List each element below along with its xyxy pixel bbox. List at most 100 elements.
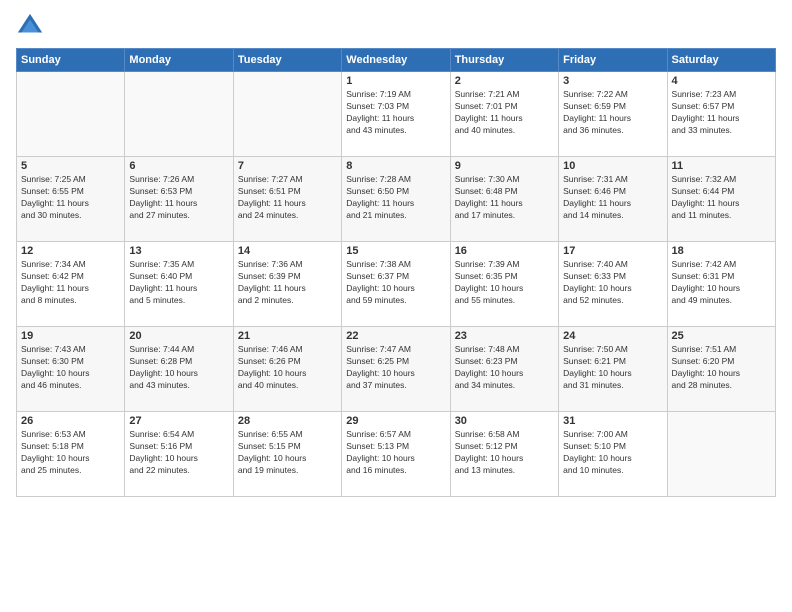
calendar-cell: 30 Sunrise: 6:58 AM Sunset: 5:12 PM Dayli… xyxy=(450,412,558,497)
day-number: 22 xyxy=(346,330,445,342)
calendar-header: SundayMondayTuesdayWednesdayThursdayFrid… xyxy=(17,49,776,72)
day-number: 31 xyxy=(563,415,662,427)
calendar-cell: 16 Sunrise: 7:39 AM Sunset: 6:35 PM Dayli… xyxy=(450,242,558,327)
day-number: 25 xyxy=(672,330,771,342)
day-number: 29 xyxy=(346,415,445,427)
day-number: 5 xyxy=(21,160,120,172)
day-number: 10 xyxy=(563,160,662,172)
day-info: Sunrise: 7:32 AM Sunset: 6:44 PM Dayligh… xyxy=(672,174,771,222)
calendar-week: 1 Sunrise: 7:19 AM Sunset: 7:03 PM Daylig… xyxy=(17,72,776,157)
weekday-header: Sunday xyxy=(17,49,125,72)
calendar-cell: 24Sunrise: 7:50 AM Sunset: 6:21 PM Dayli… xyxy=(559,327,667,412)
calendar-cell: 7Sunrise: 7:27 AM Sunset: 6:51 PM Daylig… xyxy=(233,157,341,242)
weekday-header: Thursday xyxy=(450,49,558,72)
day-info: Sunrise: 6:54 AM Sunset: 5:16 PM Dayligh… xyxy=(129,429,228,477)
day-info: Sunrise: 7:50 AM Sunset: 6:21 PM Dayligh… xyxy=(563,344,662,392)
calendar-cell: 2 Sunrise: 7:21 AM Sunset: 7:01 PM Daylig… xyxy=(450,72,558,157)
day-number: 30 xyxy=(455,415,554,427)
day-number: 21 xyxy=(238,330,337,342)
day-info: Sunrise: 6:55 AM Sunset: 5:15 PM Dayligh… xyxy=(238,429,337,477)
calendar-cell: 23 Sunrise: 7:48 AM Sunset: 6:23 PM Dayli… xyxy=(450,327,558,412)
day-info: Sunrise: 7:19 AM Sunset: 7:03 PM Dayligh… xyxy=(346,89,445,137)
calendar-cell: 10 Sunrise: 7:31 AM Sunset: 6:46 PM Dayli… xyxy=(559,157,667,242)
day-number: 16 xyxy=(455,245,554,257)
calendar-cell: 28Sunrise: 6:55 AM Sunset: 5:15 PM Dayli… xyxy=(233,412,341,497)
day-number: 15 xyxy=(346,245,445,257)
calendar-week: 12 Sunrise: 7:34 AM Sunset: 6:42 PM Dayli… xyxy=(17,242,776,327)
day-info: Sunrise: 7:28 AM Sunset: 6:50 PM Dayligh… xyxy=(346,174,445,222)
weekday-header: Friday xyxy=(559,49,667,72)
calendar-cell: 19 Sunrise: 7:43 AM Sunset: 6:30 PM Dayli… xyxy=(17,327,125,412)
day-info: Sunrise: 7:44 AM Sunset: 6:28 PM Dayligh… xyxy=(129,344,228,392)
calendar-body: 1 Sunrise: 7:19 AM Sunset: 7:03 PM Daylig… xyxy=(17,72,776,497)
weekday-row: SundayMondayTuesdayWednesdayThursdayFrid… xyxy=(17,49,776,72)
day-number: 19 xyxy=(21,330,120,342)
calendar-cell: 29Sunrise: 6:57 AM Sunset: 5:13 PM Dayli… xyxy=(342,412,450,497)
calendar-cell xyxy=(125,72,233,157)
day-number: 23 xyxy=(455,330,554,342)
day-number: 1 xyxy=(346,75,445,87)
calendar-week: 5 Sunrise: 7:25 AM Sunset: 6:55 PM Daylig… xyxy=(17,157,776,242)
day-info: Sunrise: 7:23 AM Sunset: 6:57 PM Dayligh… xyxy=(672,89,771,137)
page: SundayMondayTuesdayWednesdayThursdayFrid… xyxy=(0,0,792,612)
weekday-header: Wednesday xyxy=(342,49,450,72)
calendar-cell: 5 Sunrise: 7:25 AM Sunset: 6:55 PM Daylig… xyxy=(17,157,125,242)
calendar-cell: 27 Sunrise: 6:54 AM Sunset: 5:16 PM Dayli… xyxy=(125,412,233,497)
day-number: 27 xyxy=(129,415,228,427)
day-number: 4 xyxy=(672,75,771,87)
day-number: 20 xyxy=(129,330,228,342)
calendar-cell: 22 Sunrise: 7:47 AM Sunset: 6:25 PM Dayli… xyxy=(342,327,450,412)
calendar-cell: 14Sunrise: 7:36 AM Sunset: 6:39 PM Dayli… xyxy=(233,242,341,327)
day-info: Sunrise: 7:27 AM Sunset: 6:51 PM Dayligh… xyxy=(238,174,337,222)
calendar-week: 26Sunrise: 6:53 AM Sunset: 5:18 PM Dayli… xyxy=(17,412,776,497)
day-info: Sunrise: 7:39 AM Sunset: 6:35 PM Dayligh… xyxy=(455,259,554,307)
day-number: 3 xyxy=(563,75,662,87)
logo-icon xyxy=(16,12,44,40)
calendar-cell xyxy=(17,72,125,157)
day-info: Sunrise: 7:25 AM Sunset: 6:55 PM Dayligh… xyxy=(21,174,120,222)
day-number: 12 xyxy=(21,245,120,257)
header xyxy=(16,12,776,40)
calendar-cell xyxy=(667,412,775,497)
day-info: Sunrise: 7:22 AM Sunset: 6:59 PM Dayligh… xyxy=(563,89,662,137)
day-info: Sunrise: 7:48 AM Sunset: 6:23 PM Dayligh… xyxy=(455,344,554,392)
day-info: Sunrise: 6:58 AM Sunset: 5:12 PM Dayligh… xyxy=(455,429,554,477)
day-info: Sunrise: 7:34 AM Sunset: 6:42 PM Dayligh… xyxy=(21,259,120,307)
calendar-cell: 8 Sunrise: 7:28 AM Sunset: 6:50 PM Daylig… xyxy=(342,157,450,242)
day-info: Sunrise: 7:42 AM Sunset: 6:31 PM Dayligh… xyxy=(672,259,771,307)
day-number: 11 xyxy=(672,160,771,172)
day-number: 18 xyxy=(672,245,771,257)
calendar-cell: 12 Sunrise: 7:34 AM Sunset: 6:42 PM Dayli… xyxy=(17,242,125,327)
weekday-header: Saturday xyxy=(667,49,775,72)
day-info: Sunrise: 7:31 AM Sunset: 6:46 PM Dayligh… xyxy=(563,174,662,222)
day-number: 2 xyxy=(455,75,554,87)
calendar-cell: 15Sunrise: 7:38 AM Sunset: 6:37 PM Dayli… xyxy=(342,242,450,327)
calendar-cell: 1 Sunrise: 7:19 AM Sunset: 7:03 PM Daylig… xyxy=(342,72,450,157)
day-info: Sunrise: 7:40 AM Sunset: 6:33 PM Dayligh… xyxy=(563,259,662,307)
day-number: 6 xyxy=(129,160,228,172)
day-info: Sunrise: 7:21 AM Sunset: 7:01 PM Dayligh… xyxy=(455,89,554,137)
day-info: Sunrise: 7:47 AM Sunset: 6:25 PM Dayligh… xyxy=(346,344,445,392)
day-number: 8 xyxy=(346,160,445,172)
calendar-cell: 25Sunrise: 7:51 AM Sunset: 6:20 PM Dayli… xyxy=(667,327,775,412)
weekday-header: Monday xyxy=(125,49,233,72)
calendar-cell xyxy=(233,72,341,157)
calendar-cell: 4 Sunrise: 7:23 AM Sunset: 6:57 PM Daylig… xyxy=(667,72,775,157)
calendar-week: 19 Sunrise: 7:43 AM Sunset: 6:30 PM Dayli… xyxy=(17,327,776,412)
logo xyxy=(16,12,48,40)
calendar-cell: 9Sunrise: 7:30 AM Sunset: 6:48 PM Daylig… xyxy=(450,157,558,242)
calendar-cell: 17 Sunrise: 7:40 AM Sunset: 6:33 PM Dayli… xyxy=(559,242,667,327)
day-number: 13 xyxy=(129,245,228,257)
day-number: 17 xyxy=(563,245,662,257)
day-info: Sunrise: 7:43 AM Sunset: 6:30 PM Dayligh… xyxy=(21,344,120,392)
day-info: Sunrise: 7:36 AM Sunset: 6:39 PM Dayligh… xyxy=(238,259,337,307)
calendar-cell: 26Sunrise: 6:53 AM Sunset: 5:18 PM Dayli… xyxy=(17,412,125,497)
day-info: Sunrise: 6:53 AM Sunset: 5:18 PM Dayligh… xyxy=(21,429,120,477)
calendar-cell: 18 Sunrise: 7:42 AM Sunset: 6:31 PM Dayli… xyxy=(667,242,775,327)
calendar: SundayMondayTuesdayWednesdayThursdayFrid… xyxy=(16,48,776,497)
day-info: Sunrise: 7:26 AM Sunset: 6:53 PM Dayligh… xyxy=(129,174,228,222)
day-info: Sunrise: 7:46 AM Sunset: 6:26 PM Dayligh… xyxy=(238,344,337,392)
day-info: Sunrise: 7:00 AM Sunset: 5:10 PM Dayligh… xyxy=(563,429,662,477)
calendar-cell: 21 Sunrise: 7:46 AM Sunset: 6:26 PM Dayli… xyxy=(233,327,341,412)
calendar-cell: 6 Sunrise: 7:26 AM Sunset: 6:53 PM Daylig… xyxy=(125,157,233,242)
